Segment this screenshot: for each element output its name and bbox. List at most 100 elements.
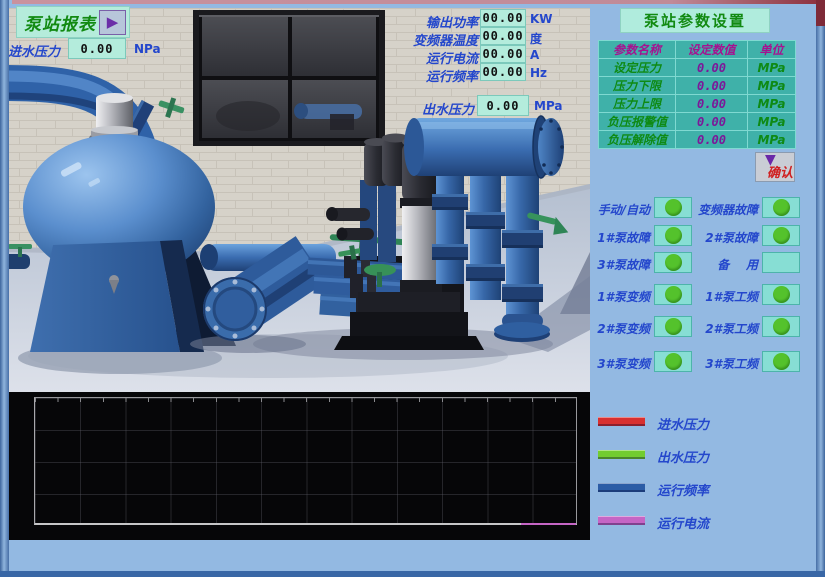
status-label-manual-auto: 手动/自动 [576, 201, 650, 218]
settings-table: 参数名称 设定数值 单位 设定压力 0.00 MPa 压力下限 0.00 MPa… [598, 40, 796, 149]
table-row: 负压报警值 0.00 MPa [599, 113, 796, 131]
legend-swatch-run-frequency [598, 483, 645, 492]
left-floor-valve [8, 244, 32, 269]
output-power-label: 输出功率 [368, 12, 478, 31]
legend-label-run-current: 运行电流 [657, 513, 709, 532]
legend-label-outlet-pressure: 出水压力 [657, 447, 709, 466]
param-value[interactable]: 0.00 [676, 95, 748, 113]
param-unit: MPa [748, 113, 796, 131]
run-current-value: 00.00 [480, 45, 526, 63]
param-name: 负压解除值 [599, 131, 676, 149]
confirm-button-label: 确认 [767, 162, 793, 181]
trend-chart [8, 392, 590, 540]
status-label-pump1-mains: 1#泵工频 [694, 288, 758, 305]
lamp-manual-auto [654, 197, 692, 218]
status-label-pump1-fault: 1#泵故障 [576, 229, 650, 246]
frame-top-strip [12, 0, 816, 4]
lamp-icon [665, 353, 682, 370]
col-unit: 单位 [748, 41, 796, 59]
outlet-pressure-unit: MPa [534, 99, 563, 113]
hmi-main-window: 泵站报表 ▶ 进水压力 0.00 NPa 输出功率 00.00 KW 变频器温度… [0, 0, 825, 577]
lamp-pump3-mains [762, 351, 800, 372]
run-frequency-value: 00.00 [480, 63, 526, 81]
outlet-pressure-value: 0.00 [477, 95, 529, 116]
lamp-spare [762, 252, 800, 273]
lamp-pump3-vfd [654, 351, 692, 372]
table-row: 设定压力 0.00 MPa [599, 59, 796, 77]
report-open-button[interactable]: ▶ [99, 10, 126, 35]
inlet-pressure-unit: NPa [134, 42, 161, 56]
run-current-trace [521, 523, 576, 525]
frame-right-edge [816, 0, 825, 577]
param-value[interactable]: 0.00 [676, 59, 748, 77]
lamp-icon [665, 199, 682, 216]
col-set-value: 设定数值 [676, 41, 748, 59]
status-label-pump3-fault: 3#泵故障 [576, 256, 650, 273]
outlet-pressure-label: 出水压力 [384, 99, 474, 118]
confirm-button[interactable]: ▼ 确认 [755, 152, 795, 182]
lamp-pump3-fault [654, 252, 692, 273]
inlet-pressure-label: 进水压力 [8, 41, 60, 60]
lamp-pump2-vfd [654, 316, 692, 337]
legend-swatch-inlet-pressure [598, 417, 645, 426]
status-label-vfd-fault: 变频器故障 [694, 201, 758, 218]
x-axis-ticks [35, 398, 576, 402]
output-power-value: 00.00 [480, 9, 526, 27]
status-label-pump2-mains: 2#泵工频 [694, 320, 758, 337]
run-current-label: 运行电流 [368, 48, 478, 67]
lamp-pump1-mains [762, 284, 800, 305]
report-button[interactable]: 泵站报表 ▶ [16, 6, 130, 38]
run-frequency-label: 运行频率 [368, 66, 478, 85]
lamp-icon [665, 227, 682, 244]
inverter-temp-unit: 度 [530, 30, 542, 47]
param-name: 压力上限 [599, 95, 676, 113]
lamp-icon [665, 254, 682, 271]
legend-label-run-frequency: 运行频率 [657, 480, 709, 499]
inlet-pressure-value: 0.00 [68, 38, 126, 59]
inverter-temp-label: 变频器温度 [368, 30, 478, 49]
table-row: 负压解除值 0.00 MPa [599, 131, 796, 149]
settings-header-row: 参数名称 设定数值 单位 [599, 41, 796, 59]
frame-bottom-edge [0, 571, 825, 577]
legend-swatch-outlet-pressure [598, 450, 645, 459]
lamp-icon [773, 318, 790, 335]
param-name: 设定压力 [599, 59, 676, 77]
lamp-icon [665, 286, 682, 303]
table-row: 压力上限 0.00 MPa [599, 95, 796, 113]
lamp-icon [773, 199, 790, 216]
status-label-pump3-vfd: 3#泵变频 [576, 355, 650, 372]
param-value[interactable]: 0.00 [676, 77, 748, 95]
param-value[interactable]: 0.00 [676, 131, 748, 149]
lamp-pump1-vfd [654, 284, 692, 305]
param-name: 负压报警值 [599, 113, 676, 131]
window [193, 10, 385, 146]
lamp-pump2-fault [762, 225, 800, 246]
inverter-temp-value: 00.00 [480, 27, 526, 45]
legend-label-inlet-pressure: 进水压力 [657, 414, 709, 433]
lamp-icon [773, 353, 790, 370]
output-power-unit: KW [530, 12, 553, 26]
status-label-spare: 备 用 [694, 256, 758, 273]
lamp-pump1-fault [654, 225, 692, 246]
play-icon: ▶ [107, 15, 119, 30]
lamp-vfd-fault [762, 197, 800, 218]
legend-swatch-run-current [598, 516, 645, 525]
lamp-icon [665, 318, 682, 335]
param-name: 压力下限 [599, 77, 676, 95]
status-label-pump3-mains: 3#泵工频 [694, 355, 758, 372]
param-unit: MPa [748, 59, 796, 77]
run-frequency-unit: Hz [530, 66, 547, 80]
run-current-unit: A [530, 48, 539, 62]
table-row: 压力下限 0.00 MPa [599, 77, 796, 95]
frame-left-edge [0, 0, 9, 577]
param-value[interactable]: 0.00 [676, 113, 748, 131]
settings-panel-title: 泵站参数设置 [620, 8, 770, 33]
param-unit: MPa [748, 95, 796, 113]
status-label-pump2-fault: 2#泵故障 [694, 229, 758, 246]
lamp-icon [773, 227, 790, 244]
col-param-name: 参数名称 [599, 41, 676, 59]
param-unit: MPa [748, 77, 796, 95]
lamp-pump2-mains [762, 316, 800, 337]
report-button-label: 泵站报表 [24, 10, 96, 35]
frame-top-right-corner [816, 0, 825, 26]
